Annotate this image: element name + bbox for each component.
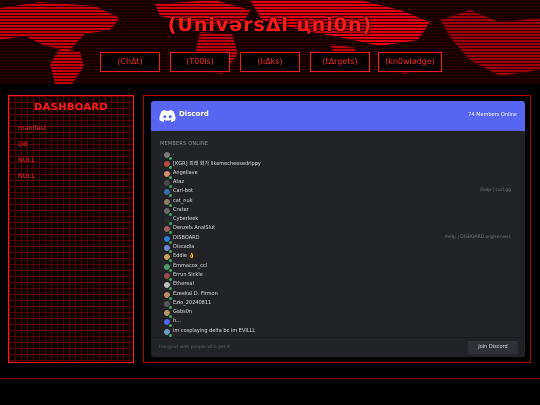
nav-links-button[interactable]: (lıΔks) bbox=[240, 52, 300, 72]
member-name: cat_nuk bbox=[173, 197, 193, 204]
members-online-heading: MEMBERS ONLINE bbox=[160, 141, 209, 147]
member-row[interactable]: Ezeekal D. Firmon bbox=[164, 290, 519, 301]
nav-targets-button[interactable]: (tΔrgets) bbox=[310, 52, 370, 72]
member-row[interactable]: Cyberleek bbox=[164, 216, 519, 227]
member-row[interactable]: DISBOARD/help | DISBOARD.org/servers bbox=[164, 234, 519, 245]
member-name: [KGR] 피래 화가 likemecheesedrippy bbox=[173, 161, 261, 168]
nav-knowledge-button[interactable]: (kn0wlədge) bbox=[378, 52, 442, 72]
member-row[interactable]: h... bbox=[164, 318, 519, 329]
member-row[interactable]: Crater bbox=[164, 206, 519, 217]
footer-tagline: Hangout with people who get it bbox=[159, 345, 230, 350]
main-panel: Discord 74 Members Online MEMBERS ONLINE… bbox=[143, 95, 531, 363]
top-nav: (ChΔt) (T00ls) (lıΔks) (tΔrgets) (kn0wlə… bbox=[100, 52, 442, 72]
discord-logo-icon bbox=[159, 110, 176, 122]
member-name: Denzels AnalSlut bbox=[173, 225, 216, 232]
member-activity: /help | DISBOARD.org/servers bbox=[444, 234, 511, 240]
member-name: Discadia bbox=[173, 244, 195, 250]
member-row[interactable]: Gabs0n bbox=[164, 309, 519, 320]
sidebar-item-null-1[interactable]: NULL bbox=[18, 156, 35, 164]
sidebar-item-null-2[interactable]: NULL bbox=[18, 172, 35, 180]
discord-widget-footer: Hangout with people who get it Join Disc… bbox=[151, 337, 525, 357]
member-name: Crater bbox=[173, 206, 189, 213]
dashboard-heading: DASHBOARD bbox=[34, 102, 108, 113]
nav-chat-button[interactable]: (ChΔt) bbox=[100, 52, 160, 72]
sidebar-item-manifest[interactable]: manifest bbox=[18, 124, 46, 132]
discord-widget-header: Discord 74 Members Online bbox=[151, 101, 525, 131]
member-row[interactable]: Eddie 👌 bbox=[164, 253, 519, 264]
member-name: Ataz bbox=[173, 178, 184, 185]
discord-widget: Discord 74 Members Online MEMBERS ONLINE… bbox=[151, 101, 525, 357]
member-name: Angeliave bbox=[173, 169, 198, 176]
header-banner: (UnivǝrsΔl цni0n) (ChΔt) (T00ls) (lıΔks)… bbox=[0, 0, 540, 84]
member-row[interactable]: [KGR] 피래 화가 likemecheesedrippy bbox=[164, 160, 519, 171]
member-name: Cyberleek bbox=[173, 216, 199, 223]
member-list[interactable]: . [KGR] 피래 화가 likemecheesedrippy Angeliave… bbox=[164, 151, 519, 340]
member-row[interactable]: Discadia bbox=[164, 244, 519, 254]
sidebar-item-db[interactable]: DB bbox=[18, 140, 27, 148]
member-row[interactable]: Denzels AnalSlut bbox=[164, 225, 519, 236]
member-name: Ezeekal D. Firmon bbox=[173, 290, 218, 297]
member-row[interactable]: . bbox=[164, 151, 519, 161]
member-name: h... bbox=[173, 318, 181, 325]
footer-divider bbox=[0, 378, 540, 379]
member-row[interactable]: Carl-bot/help | carl.gg bbox=[164, 188, 519, 199]
member-name: Emmacox_ccl bbox=[173, 262, 207, 269]
member-name: Gabs0n bbox=[173, 309, 193, 316]
member-name: im cosplaying delta bc im EVILLL bbox=[173, 327, 256, 334]
member-row[interactable]: Ataz bbox=[164, 178, 519, 189]
nav-tools-button[interactable]: (T00ls) bbox=[170, 52, 230, 72]
member-row[interactable]: Emmacox_ccl bbox=[164, 262, 519, 273]
member-name: Eddie 👌 bbox=[173, 253, 195, 260]
member-name: . bbox=[173, 151, 175, 157]
member-activity: /help | carl.gg bbox=[479, 188, 511, 194]
site-title: (UnivǝrsΔl цni0n) bbox=[167, 14, 373, 36]
member-row[interactable]: Ezio_20240811 bbox=[164, 299, 519, 310]
dashboard-sidebar: DASHBOARD manifest DB NULL NULL bbox=[8, 95, 134, 363]
members-online-count: 74 Members Online bbox=[468, 112, 517, 118]
member-name: Ethereal bbox=[173, 281, 194, 288]
discord-brand: Discord bbox=[179, 110, 209, 118]
member-row[interactable]: Errun Sickle bbox=[164, 271, 519, 282]
join-discord-button[interactable]: Join Discord bbox=[468, 341, 518, 354]
member-row[interactable]: im cosplaying delta bc im EVILLL bbox=[164, 327, 519, 338]
member-row[interactable]: Angeliave bbox=[164, 169, 519, 180]
member-row[interactable]: cat_nuk bbox=[164, 197, 519, 208]
member-name: Ezio_20240811 bbox=[173, 299, 212, 306]
member-name: DISBOARD bbox=[173, 234, 200, 241]
member-row[interactable]: Ethereal bbox=[164, 281, 519, 292]
member-name: Errun Sickle bbox=[173, 271, 203, 278]
member-name: Carl-bot bbox=[173, 188, 193, 195]
